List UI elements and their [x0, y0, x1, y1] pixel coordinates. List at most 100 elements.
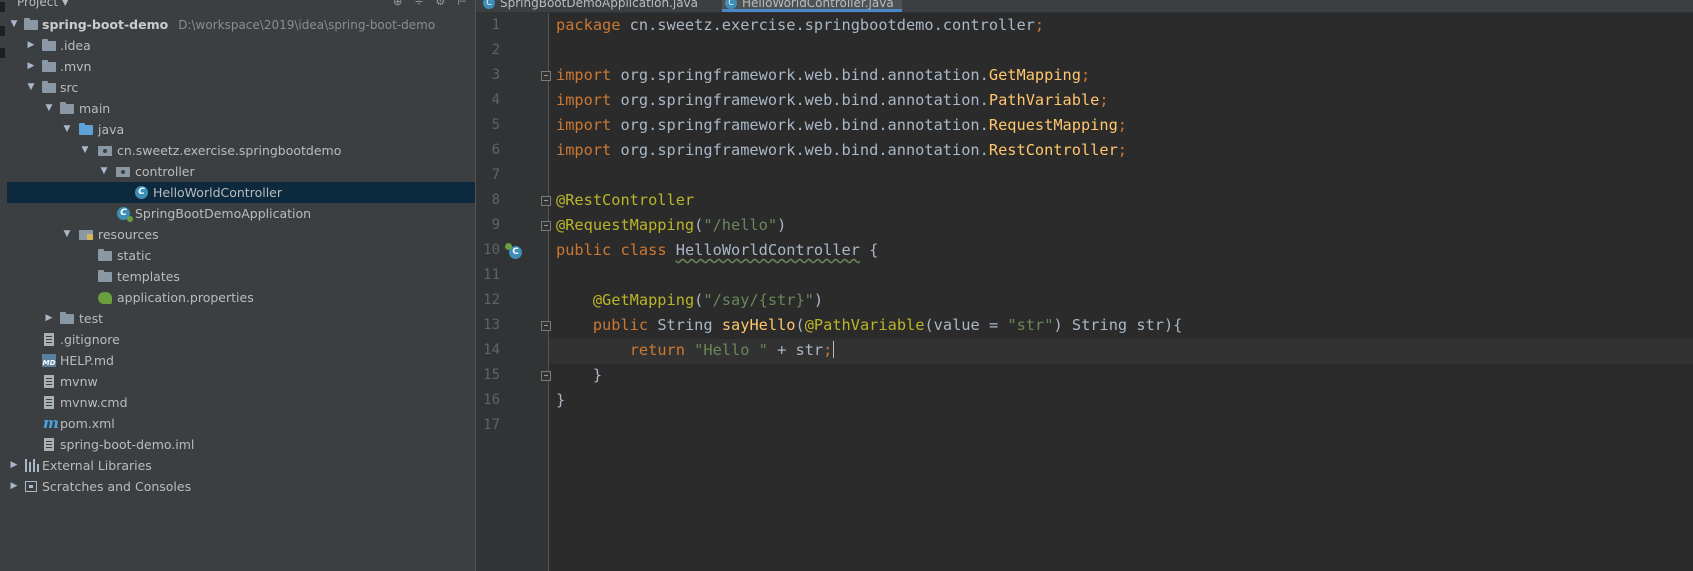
- expand-arrow-icon[interactable]: ▼: [79, 140, 91, 161]
- tree-item-scratches[interactable]: ▶ Scratches and Consoles: [7, 476, 475, 497]
- code-line-1: package cn.sweetz.exercise.springbootdem…: [556, 13, 1044, 38]
- tree-label-root-path: D:\workspace\2019\idea\spring-boot-demo: [178, 18, 436, 32]
- tool-strip-marker: [0, 48, 5, 58]
- code-token: GetMapping: [988, 66, 1081, 84]
- fold-marker-icon[interactable]: [541, 221, 551, 231]
- chevron-down-icon[interactable]: ▼: [62, 0, 68, 7]
- code-line-12: @GetMapping("/say/{str}"): [592, 291, 824, 309]
- code-token: RestController: [988, 141, 1118, 159]
- text-caret: [833, 341, 835, 358]
- tree-label: static: [117, 248, 152, 263]
- tree-item-idea[interactable]: ▶ .idea: [7, 35, 475, 56]
- tree-item-mvn[interactable]: ▶ .mvn: [7, 56, 475, 77]
- tree-label: Scratches and Consoles: [42, 479, 192, 494]
- code-token: @PathVariable: [804, 316, 925, 334]
- tree-label: HelloWorldController: [153, 185, 282, 200]
- ide-window: Project ▼ ⊕ ÷ ⚙ ⊢ ▼ spring-boot-demo D:\w…: [0, 0, 1693, 571]
- tree-label: controller: [135, 164, 195, 179]
- tree-item-app-class[interactable]: C SpringBootDemoApplication: [7, 203, 475, 224]
- tree-label: application.properties: [117, 290, 254, 305]
- fold-marker-icon[interactable]: [541, 321, 551, 331]
- code-token: org.springframework.web.bind.annotation.: [611, 141, 989, 159]
- hide-icon[interactable]: ⊢: [457, 0, 467, 8]
- fold-marker-icon[interactable]: [541, 371, 551, 381]
- tree-item-package[interactable]: ▼ cn.sweetz.exercise.springbootdemo: [7, 140, 475, 161]
- code-token: package: [556, 16, 621, 34]
- code-token: public: [556, 241, 612, 259]
- code-line-8: @RestController: [556, 188, 694, 213]
- project-title[interactable]: Project: [17, 0, 58, 9]
- expand-arrow-icon[interactable]: ▼: [43, 98, 55, 119]
- package-icon: [98, 144, 114, 158]
- tree-item-root[interactable]: ▼ spring-boot-demo D:\workspace\2019\idea…: [7, 14, 475, 35]
- tree-item-java[interactable]: ▼ java: [7, 119, 475, 140]
- tree-item-gitignore[interactable]: .gitignore: [7, 329, 475, 350]
- code-token: import: [556, 141, 612, 159]
- code-token: }: [592, 366, 603, 384]
- expand-arrow-icon[interactable]: ▶: [25, 35, 37, 56]
- spring-bean-gutter-icon[interactable]: C: [505, 243, 522, 259]
- tree-item-resources[interactable]: ▼ resources: [7, 224, 475, 245]
- tree-label: spring-boot-demo.iml: [60, 437, 195, 452]
- tree-item-external-libraries[interactable]: ▶ External Libraries: [7, 455, 475, 476]
- tree-item-iml[interactable]: spring-boot-demo.iml: [7, 434, 475, 455]
- fold-marker-icon[interactable]: [541, 71, 551, 81]
- expand-arrow-icon[interactable]: ▶: [25, 56, 37, 77]
- folder-icon: [98, 249, 114, 263]
- expand-arrow-icon[interactable]: ▼: [98, 161, 110, 182]
- gear-icon[interactable]: ⚙: [436, 0, 446, 8]
- code-token: HelloWorldController: [675, 241, 860, 259]
- library-icon: [25, 459, 41, 473]
- spring-boot-class-icon: C: [483, 0, 495, 9]
- tree-item-mvnw-cmd[interactable]: mvnw.cmd: [7, 392, 475, 413]
- expand-arrow-icon[interactable]: ▼: [8, 14, 20, 35]
- line-number: 5: [491, 117, 500, 133]
- scratches-icon: [25, 480, 41, 494]
- tree-item-test[interactable]: ▶ test: [7, 308, 475, 329]
- line-number: 8: [491, 192, 500, 208]
- code-line-9: @RequestMapping("/hello"): [556, 216, 787, 234]
- tree-item-controller[interactable]: ▼ controller: [7, 161, 475, 182]
- line-number: 2: [491, 42, 500, 58]
- code-token: PathVariable: [988, 91, 1100, 109]
- fold-marker-icon[interactable]: [541, 196, 551, 206]
- folder-icon: [42, 60, 58, 74]
- tree-item-app-props[interactable]: application.properties: [7, 287, 475, 308]
- collapse-icon[interactable]: ÷: [414, 0, 423, 8]
- tree-item-mvnw[interactable]: mvnw: [7, 371, 475, 392]
- expand-arrow-icon[interactable]: ▶: [8, 476, 20, 497]
- code-token: ;: [1034, 16, 1045, 34]
- tab-spring-boot-demo-application[interactable]: C SpringBootDemoApplication.java ×: [480, 0, 714, 12]
- code-line-3: import org.springframework.web.bind.anno…: [556, 63, 1090, 88]
- folder-icon: [24, 18, 40, 32]
- tree-item-templates[interactable]: templates: [7, 266, 475, 287]
- tool-strip-marker: [0, 2, 5, 12]
- tree-label: java: [98, 122, 125, 137]
- line-number: 14: [483, 342, 500, 358]
- tree-item-hello-controller[interactable]: C HelloWorldController: [7, 182, 475, 203]
- locate-icon[interactable]: ⊕: [393, 0, 402, 8]
- expand-arrow-icon[interactable]: ▶: [43, 308, 55, 329]
- tree-label: templates: [117, 269, 180, 284]
- expand-arrow-icon[interactable]: ▼: [61, 224, 73, 245]
- tree-item-src[interactable]: ▼ src: [7, 77, 475, 98]
- code-line-16: }: [556, 388, 565, 413]
- code-token: sayHello: [721, 316, 796, 334]
- java-class-icon: C: [134, 186, 150, 200]
- folder-icon: [42, 39, 58, 53]
- maven-icon: m: [43, 414, 59, 432]
- tree-label: main: [79, 101, 111, 116]
- line-number: 15: [483, 367, 500, 383]
- expand-arrow-icon[interactable]: ▶: [8, 455, 20, 476]
- expand-arrow-icon[interactable]: ▼: [61, 119, 73, 140]
- tree-item-pom[interactable]: m pom.xml: [7, 413, 475, 434]
- tree-item-main[interactable]: ▼ main: [7, 98, 475, 119]
- folder-icon: [60, 312, 76, 326]
- expand-arrow-icon[interactable]: ▼: [25, 77, 37, 98]
- code-line-4: import org.springframework.web.bind.anno…: [556, 88, 1109, 113]
- code-token: import: [556, 66, 612, 84]
- tab-hello-world-controller[interactable]: C HelloWorldController.java ×: [722, 0, 902, 12]
- editor-tab-bar: C SpringBootDemoApplication.java × C Hel…: [476, 0, 1693, 13]
- tree-item-help-md[interactable]: MD HELP.md: [7, 350, 475, 371]
- tree-item-static[interactable]: static: [7, 245, 475, 266]
